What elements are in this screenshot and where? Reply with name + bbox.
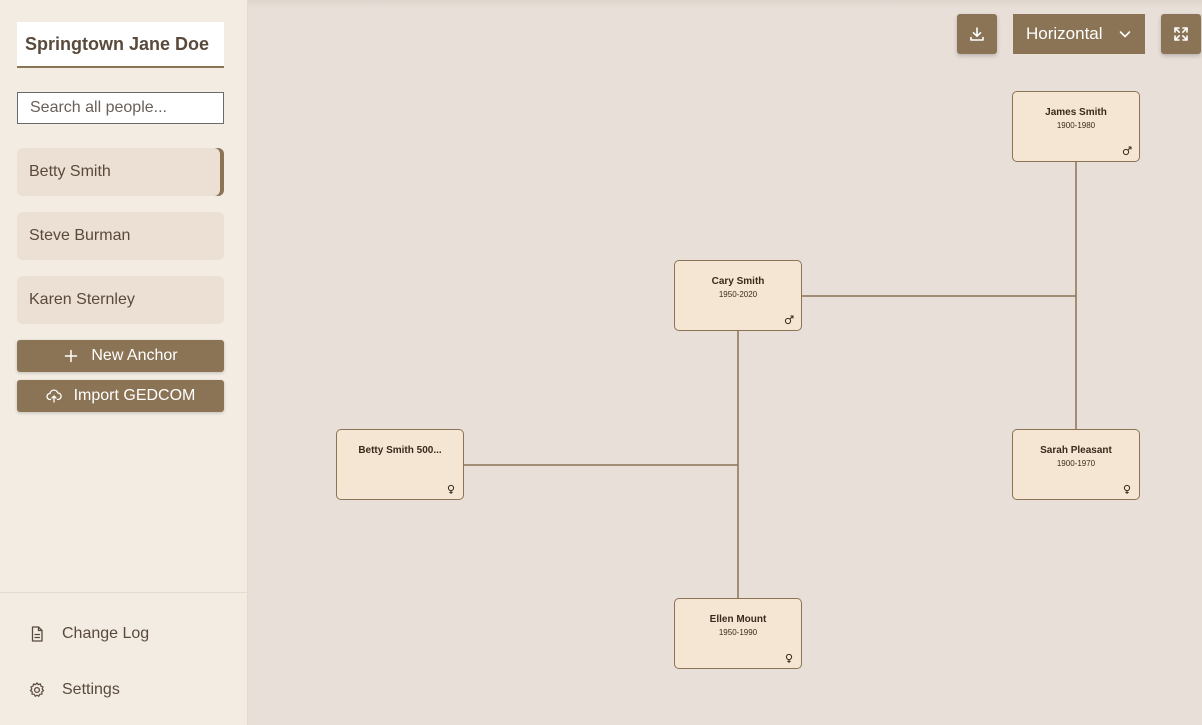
new-anchor-button[interactable]: New Anchor: [17, 340, 224, 372]
sidebar-person-steve-burman[interactable]: Steve Burman: [17, 212, 224, 260]
download-icon: [970, 27, 984, 41]
import-gedcom-button[interactable]: Import GEDCOM: [17, 380, 224, 412]
sidebar-person-karen-sternley[interactable]: Karen Sternley: [17, 276, 224, 324]
expand-icon: [1174, 27, 1188, 41]
person-node-dates: 1950-1990: [718, 628, 758, 637]
person-node-dates: 1900-1970: [1056, 459, 1096, 468]
new-anchor-label: New Anchor: [91, 347, 178, 364]
chevron-down-icon: [1119, 31, 1131, 38]
person-node-cary[interactable]: Cary Smith 1950-2020: [674, 260, 802, 331]
male-icon: [1122, 146, 1132, 156]
document-icon: [31, 626, 43, 642]
settings-label: Settings: [62, 681, 120, 698]
person-node-sarah[interactable]: Sarah Pleasant 1900-1970: [1012, 429, 1140, 500]
layout-select-value: Horizontal: [1026, 24, 1103, 43]
person-node-ellen[interactable]: Ellen Mount 1950-1990: [674, 598, 802, 669]
tree-title[interactable]: Springtown Jane Doe: [17, 22, 224, 68]
sidebar-person-betty-smith[interactable]: Betty Smith: [17, 148, 224, 196]
person-node-james[interactable]: James Smith 1900-1980: [1012, 91, 1140, 162]
toolbar-shadow: [248, 0, 1202, 8]
sidebar-footer: Change Log Settings: [0, 592, 248, 725]
search-input[interactable]: [17, 92, 224, 124]
sidebar-person-label: Betty Smith: [29, 163, 111, 180]
female-icon: [785, 653, 793, 663]
layout-select[interactable]: Horizontal: [1013, 14, 1145, 54]
female-icon: [1123, 484, 1131, 494]
person-node-dates: 1900-1980: [1056, 121, 1096, 130]
person-node-name: Ellen Mount: [709, 614, 767, 625]
person-node-name: James Smith: [1045, 107, 1107, 118]
sidebar: Springtown Jane Doe Betty Smith Steve Bu…: [0, 0, 248, 725]
sidebar-person-label: Steve Burman: [29, 227, 131, 244]
person-node-betty[interactable]: Betty Smith 500...: [336, 429, 464, 500]
settings-link[interactable]: Settings: [28, 678, 120, 702]
cloud-upload-icon: [46, 389, 62, 403]
female-icon: [447, 484, 455, 494]
plus-icon: [65, 349, 78, 363]
fullscreen-button[interactable]: [1161, 14, 1201, 54]
download-button[interactable]: [957, 14, 997, 54]
person-node-name: Sarah Pleasant: [1040, 445, 1112, 456]
male-icon: [784, 315, 794, 325]
sidebar-person-label: Karen Sternley: [29, 291, 135, 308]
import-gedcom-label: Import GEDCOM: [73, 387, 196, 404]
person-node-name: Cary Smith: [711, 276, 765, 287]
person-node-dates: 1950-2020: [718, 290, 758, 299]
person-node-name: Betty Smith 500...: [358, 445, 442, 456]
gear-icon: [29, 682, 45, 697]
change-log-label: Change Log: [62, 625, 150, 642]
change-log-link[interactable]: Change Log: [28, 622, 149, 646]
